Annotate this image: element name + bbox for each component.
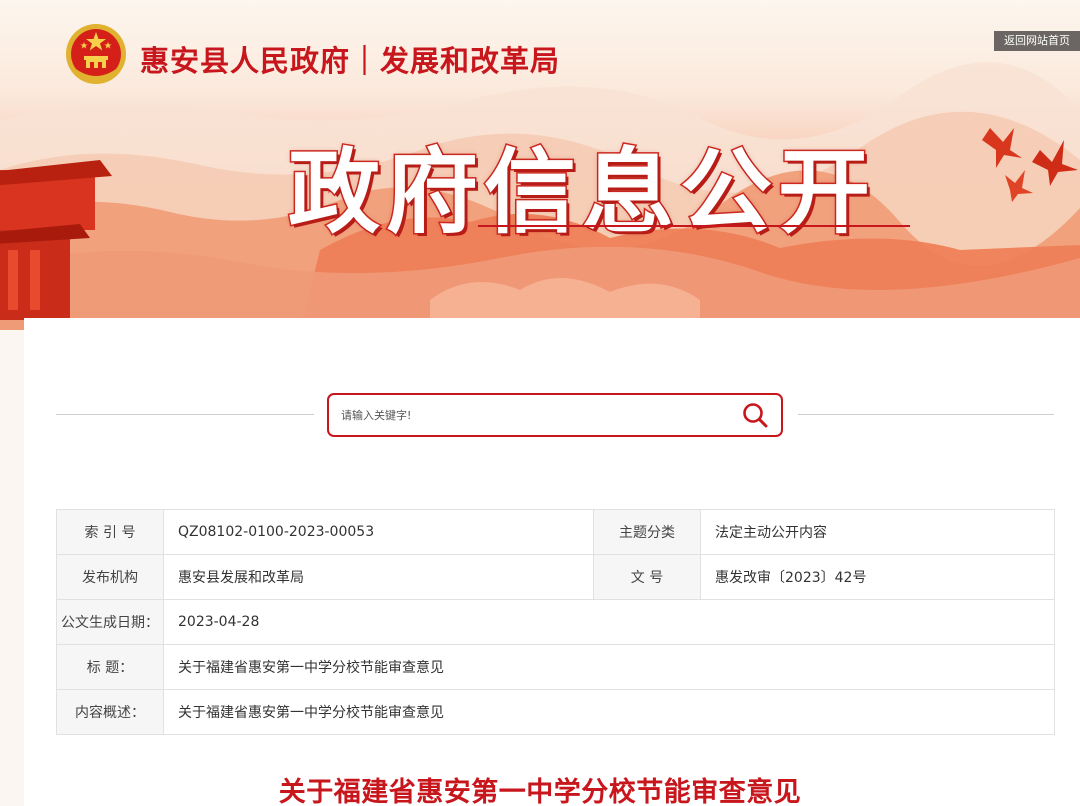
search-box — [327, 393, 783, 437]
hero-title: 政府信息公开 — [286, 138, 877, 248]
index-label: 索 引 号 — [56, 509, 164, 555]
table-row: 标 题： 关于福建省惠安第一中学分校节能审查意见 — [56, 644, 1055, 690]
date-value: 2023-04-28 — [163, 599, 1055, 645]
table-row: 索 引 号 QZ08102-0100-2023-00053 主题分类 法定主动公… — [56, 509, 1055, 555]
title-label: 标 题： — [56, 644, 164, 690]
date-label: 公文生成日期： — [56, 599, 164, 645]
header-banner: 惠安县人民政府｜发展和改革局 返回网站首页 政府信息公开 — [0, 0, 1080, 330]
docno-label: 文 号 — [593, 554, 701, 600]
publisher-value: 惠安县发展和改革局 — [163, 554, 594, 600]
search-icon[interactable] — [739, 401, 771, 429]
topic-value: 法定主动公开内容 — [700, 509, 1055, 555]
title-value: 关于福建省惠安第一中学分校节能审查意见 — [163, 644, 1055, 690]
summary-value: 关于福建省惠安第一中学分校节能审查意见 — [163, 689, 1055, 735]
document-info-table: 索 引 号 QZ08102-0100-2023-00053 主题分类 法定主动公… — [56, 509, 1055, 735]
hero-underline — [478, 225, 910, 227]
publisher-label: 发布机构 — [56, 554, 164, 600]
table-row: 发布机构 惠安县发展和改革局 文 号 惠发改审〔2023〕42号 — [56, 554, 1055, 600]
search-input[interactable] — [341, 403, 721, 427]
document-title: 关于福建省惠安第一中学分校节能审查意见 — [278, 777, 802, 806]
topic-label: 主题分类 — [593, 509, 701, 555]
search-divider-left — [56, 414, 314, 415]
table-row: 内容概述： 关于福建省惠安第一中学分校节能审查意见 — [56, 689, 1055, 735]
home-link[interactable]: 返回网站首页 — [994, 31, 1080, 51]
docno-value: 惠发改审〔2023〕42号 — [700, 554, 1055, 600]
search-divider-right — [798, 414, 1054, 415]
index-value: QZ08102-0100-2023-00053 — [163, 509, 594, 555]
national-emblem-icon — [66, 24, 126, 84]
table-row: 公文生成日期： 2023-04-28 — [56, 599, 1055, 645]
summary-label: 内容概述： — [56, 689, 164, 735]
site-title[interactable]: 惠安县人民政府｜发展和改革局 — [140, 38, 560, 80]
